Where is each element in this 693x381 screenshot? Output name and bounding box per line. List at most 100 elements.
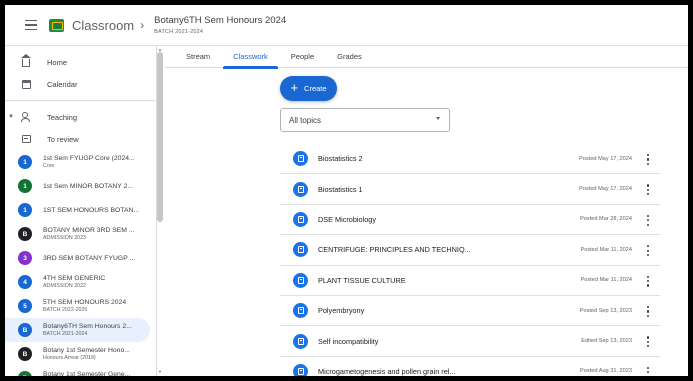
sidebar-item-label: Home: [47, 57, 68, 67]
class-avatar: 1: [18, 155, 32, 169]
assignment-row[interactable]: Self incompatibility Edited Sep 13, 2023: [280, 326, 660, 357]
more-options-icon[interactable]: [646, 275, 650, 287]
sidebar-class-item[interactable]: 1 1st Sem MINOR BOTANY 2...: [5, 174, 150, 198]
class-subtitle: BATCH 2021-2024: [43, 331, 88, 337]
class-text: 1st Sem MINOR BOTANY 2...: [43, 183, 133, 190]
top-app-bar: Classroom › Botany6TH Sem Honours 2024 B…: [5, 5, 688, 46]
assignment-row[interactable]: Biostatistics 2 Posted May 17, 2024: [280, 144, 660, 175]
sidebar-item-teaching[interactable]: ▼ Teaching: [5, 106, 156, 128]
sidebar-class-item[interactable]: B Botany 1st Semester Gene...Generic Arre…: [5, 366, 150, 376]
assignment-title: PLANT TISSUE CULTURE: [318, 275, 406, 285]
class-tabs: Stream Classwork People Grades: [165, 46, 688, 69]
assignment-posted-date: Posted Mar 28, 2024: [580, 216, 632, 223]
more-options-icon[interactable]: [646, 245, 650, 257]
assignment-icon: [293, 303, 308, 319]
class-avatar: 3: [18, 251, 32, 265]
more-options-icon[interactable]: [646, 366, 650, 376]
assignment-title: Polyembryony: [318, 306, 365, 316]
sidebar-item-home[interactable]: Home: [5, 51, 156, 73]
create-button[interactable]: + Create: [280, 76, 337, 101]
assignment-title: CENTRIFUGE: PRINCIPLES AND TECHNIQ...: [318, 245, 471, 255]
sidebar-class-item[interactable]: B Botany 1st Semester Hono... Honours Arre…: [5, 342, 150, 366]
class-title: BOTANY MINOR 3RD SEM ...: [43, 227, 135, 234]
sidebar-class-item[interactable]: B Botany6TH Sem Honours 2... BATCH 2021-20…: [5, 318, 150, 342]
menu-icon-line: [25, 28, 37, 31]
assignment-row[interactable]: Biostatistics 1 Posted May 17, 2024: [280, 174, 660, 205]
main-menu-button[interactable]: [21, 15, 41, 35]
scroll-down-arrow-icon[interactable]: ▼: [158, 369, 162, 374]
create-button-label: Create: [304, 84, 327, 93]
assignment-posted-date: Posted Mar 11, 2024: [580, 277, 632, 284]
sidebar-scrollbar[interactable]: [157, 52, 163, 222]
assignment-row[interactable]: PLANT TISSUE CULTURE Posted Mar 11, 2024: [280, 266, 660, 296]
assignment-list: Biostatistics 2 Posted May 17, 2024 Biosta…: [280, 144, 660, 376]
class-text: 4TH SEM GENERIC ADMISSION 2022: [43, 275, 105, 289]
class-avatar: B: [18, 347, 32, 361]
class-avatar: 1: [18, 203, 32, 217]
class-title: 1st Sem FYUGP Core (2024...: [43, 155, 135, 162]
plus-icon: +: [290, 80, 299, 95]
sidebar-item-label: Teaching: [47, 112, 78, 122]
class-title: Botany6TH Sem Honours 2...: [43, 323, 132, 330]
topics-select-value: All topics: [289, 115, 322, 125]
topics-select[interactable]: All topics: [280, 108, 450, 132]
class-text: BOTANY MINOR 3RD SEM ... ADMISSION 2023: [43, 227, 135, 241]
classroom-window: Classroom › Botany6TH Sem Honours 2024 B…: [0, 0, 693, 381]
sidebar-class-item[interactable]: 1 1ST SEM HONOURS BOTAN...: [5, 198, 150, 222]
caret-down-icon[interactable]: ▼: [8, 114, 14, 120]
class-subtitle: ADMISSION 2023: [43, 235, 86, 241]
class-batch: BATCH 2021-2024: [154, 29, 204, 35]
assignment-row[interactable]: DSE Microbiology Posted Mar 28, 2024: [280, 205, 660, 236]
class-avatar: B: [18, 323, 32, 337]
assignment-row[interactable]: CENTRIFUGE: PRINCIPLES AND TECHNIQ... Pos…: [280, 235, 660, 266]
sidebar-class-item[interactable]: 5 5TH SEM HONOURS 2024 BATCH 2022-2025: [5, 294, 150, 318]
sidebar-class-item[interactable]: 1 1st Sem FYUGP Core (2024... Core: [5, 150, 150, 174]
assignment-icon: [293, 151, 308, 167]
class-subtitle: Core: [43, 163, 55, 169]
tab-classwork[interactable]: Classwork: [223, 46, 278, 69]
class-subtitle: ADMISSION 2022: [43, 283, 86, 289]
calendar-icon: [21, 79, 31, 89]
tab-stream[interactable]: Stream: [186, 46, 210, 68]
breadcrumb[interactable]: Botany6TH Sem Honours 2024 BATCH 2021-20…: [154, 15, 286, 35]
class-avatar: B: [18, 227, 32, 241]
class-text: Botany6TH Sem Honours 2... BATCH 2021-202…: [43, 323, 132, 337]
assignment-posted-date: Posted May 17, 2024: [579, 186, 632, 193]
classroom-logo-icon[interactable]: [49, 18, 64, 32]
tab-grades[interactable]: Grades: [337, 46, 362, 68]
home-icon: [21, 54, 31, 67]
more-options-icon[interactable]: [646, 184, 650, 196]
assignment-row[interactable]: Polyembryony Posted Sep 13, 2023: [280, 296, 660, 327]
class-title: Botany 1st Semester Hono...: [43, 347, 130, 354]
sidebar-item-calendar[interactable]: Calendar: [5, 73, 156, 95]
sidebar-class-item[interactable]: 3 3RD SEM BOTANY FYUGP ...: [5, 246, 150, 270]
more-options-icon[interactable]: [646, 214, 650, 226]
sidebar-class-item[interactable]: B BOTANY MINOR 3RD SEM ... ADMISSION 2023: [5, 222, 150, 246]
class-avatar: 4: [18, 275, 32, 289]
more-options-icon[interactable]: [646, 154, 650, 165]
sidebar-item-label: To review: [47, 134, 79, 144]
more-options-icon[interactable]: [646, 336, 650, 348]
menu-icon-line: [25, 24, 37, 26]
app-title[interactable]: Classroom: [72, 18, 134, 33]
tab-people[interactable]: People: [291, 46, 314, 68]
class-title: 4TH SEM GENERIC: [43, 275, 106, 282]
class-text: 5TH SEM HONOURS 2024 BATCH 2022-2025: [43, 299, 126, 313]
sidebar: Home Calendar ▼ Teaching To review 1 1st …: [5, 46, 157, 376]
class-text: Botany 1st Semester Gene...Generic Arrea…: [43, 371, 130, 376]
more-options-icon[interactable]: [646, 305, 650, 317]
class-title: Botany 1st Semester Gene...: [43, 371, 131, 376]
assignment-posted-date: Posted Aug 31, 2023: [580, 368, 632, 375]
class-text: 1ST SEM HONOURS BOTAN...: [43, 207, 139, 214]
class-list: 1 1st Sem FYUGP Core (2024... Core 1 1st Sem…: [5, 150, 156, 376]
sidebar-item-to-review[interactable]: To review: [5, 128, 156, 150]
class-title: 1st Sem MINOR BOTANY 2...: [43, 182, 134, 190]
assignment-icon: [293, 181, 308, 197]
assignment-row[interactable]: Microgametogenesis and pollen grain rel.…: [280, 357, 660, 376]
class-avatar: 1: [18, 179, 32, 193]
assignment-icon: [293, 242, 308, 258]
sidebar-class-item[interactable]: 4 4TH SEM GENERIC ADMISSION 2022: [5, 270, 150, 294]
class-title: 5TH SEM HONOURS 2024: [43, 299, 127, 306]
assignment-title: Self incompatibility: [318, 336, 379, 346]
assignment-title: DSE Microbiology: [318, 214, 376, 224]
